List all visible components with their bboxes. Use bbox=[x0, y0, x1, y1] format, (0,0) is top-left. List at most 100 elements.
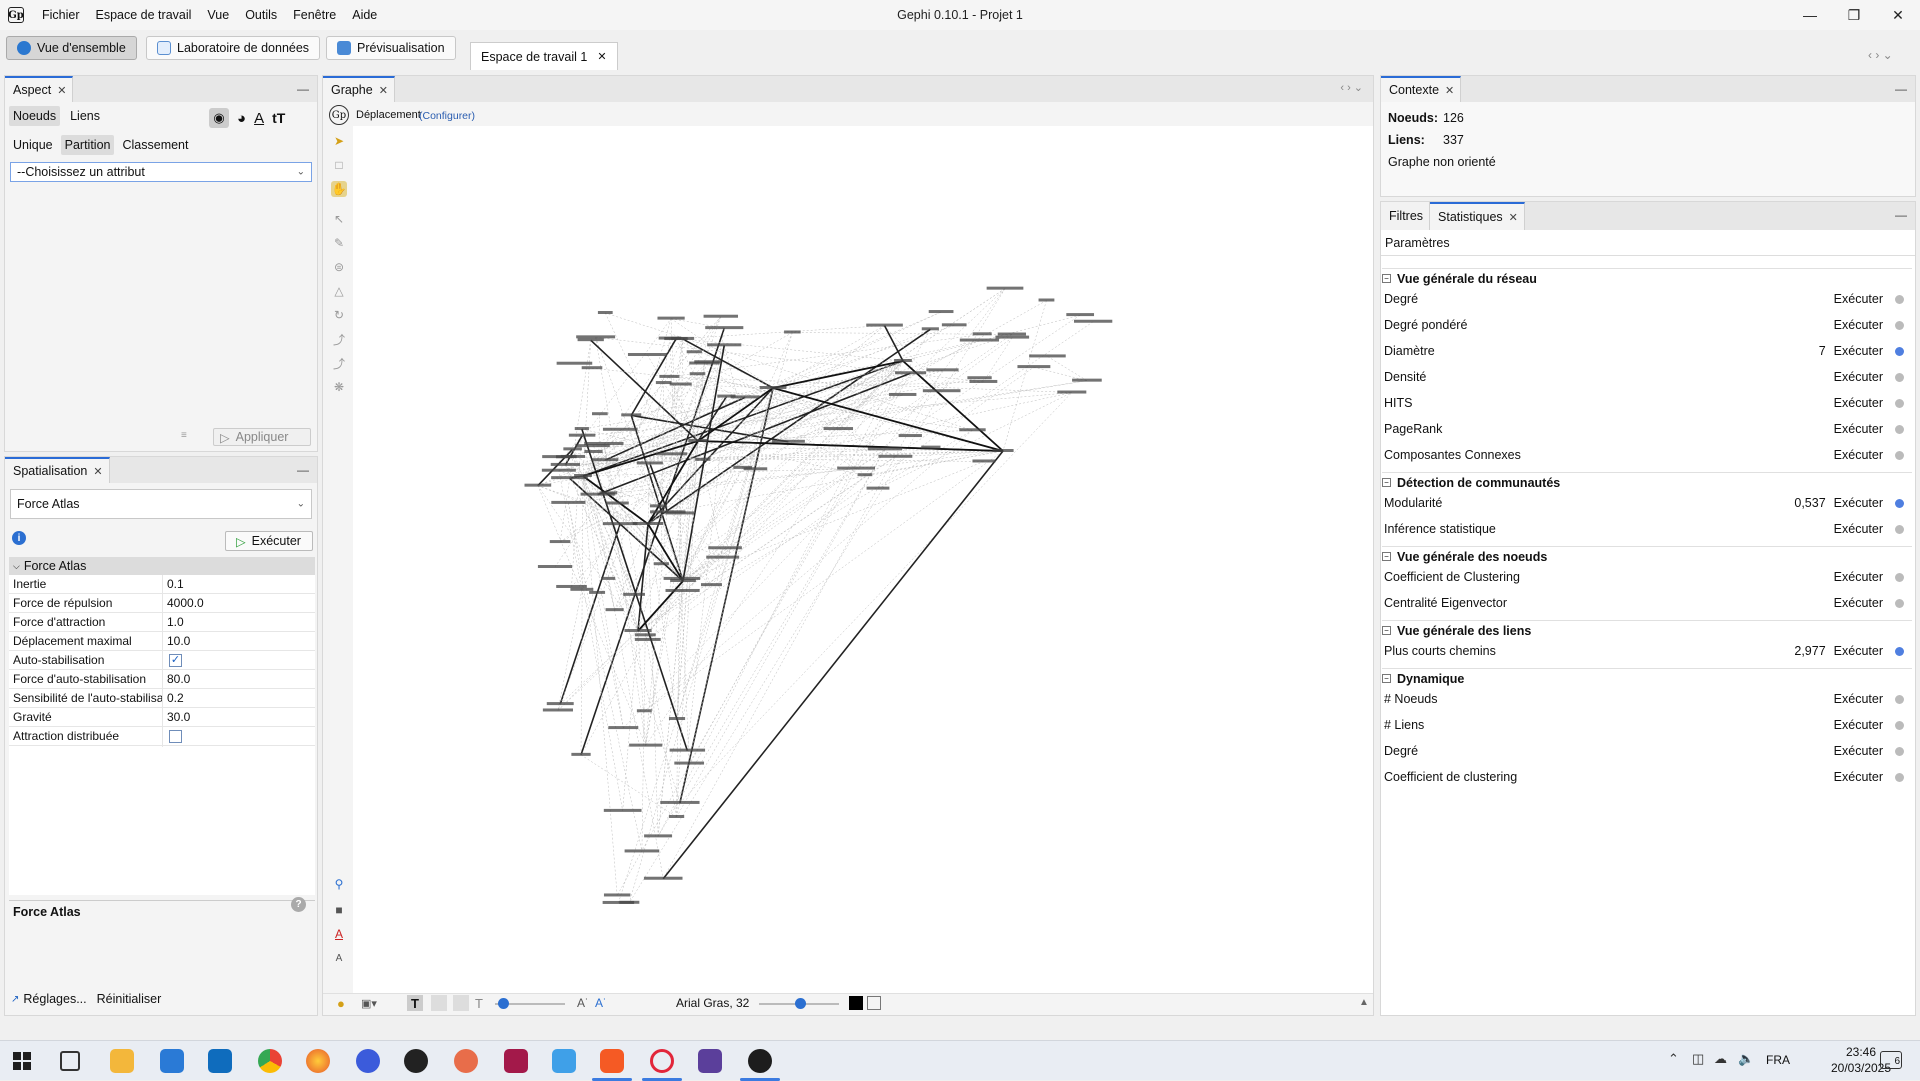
brush-icon[interactable]: ✎ bbox=[331, 235, 347, 251]
property-checkbox[interactable] bbox=[163, 727, 315, 745]
store-icon[interactable] bbox=[160, 1049, 184, 1073]
expand-icon[interactable]: ▲ bbox=[1359, 997, 1369, 1008]
stats-section-header[interactable]: − Vue générale des noeuds bbox=[1382, 546, 1912, 566]
node-labels-icon[interactable]: T bbox=[407, 995, 423, 1011]
help-icon[interactable]: ? bbox=[291, 897, 306, 912]
cursor-info-icon[interactable]: ↖ bbox=[331, 211, 347, 227]
close-icon[interactable]: ✕ bbox=[1509, 211, 1518, 224]
font-decrease-icon[interactable]: A˙ bbox=[577, 996, 589, 1010]
opera-icon[interactable] bbox=[650, 1049, 674, 1073]
stats-section-header[interactable]: − Vue générale des liens bbox=[1382, 620, 1912, 640]
slider-handle-icon[interactable] bbox=[795, 998, 806, 1009]
stat-info-icon[interactable] bbox=[1895, 424, 1904, 434]
stat-info-icon[interactable] bbox=[1895, 746, 1904, 756]
reset-link[interactable]: Réinitialiser bbox=[97, 992, 162, 1006]
collapse-icon[interactable]: − bbox=[1382, 626, 1391, 635]
screenshot-icon[interactable] bbox=[867, 996, 881, 1010]
edge-tool-icon[interactable]: ⤴ bbox=[331, 331, 347, 347]
panel-nav-icon[interactable]: ‹ › ⌄ bbox=[1340, 81, 1363, 94]
label-size-tool-icon[interactable]: A bbox=[331, 950, 347, 966]
checkbox-icon[interactable]: ✓ bbox=[169, 654, 182, 667]
zoom-icon[interactable]: ⚲ bbox=[331, 876, 347, 892]
run-stat-button[interactable]: Exécuter bbox=[1834, 496, 1883, 510]
minimize-panel-icon[interactable]: — bbox=[1895, 82, 1907, 96]
info-icon[interactable]: i bbox=[12, 531, 26, 545]
tab-ranking[interactable]: Classement bbox=[118, 135, 192, 155]
workspace-tab[interactable]: Espace de travail 1 ✕ bbox=[470, 42, 618, 70]
volume-icon[interactable]: 🔈 bbox=[1738, 1051, 1754, 1067]
stat-info-icon[interactable] bbox=[1895, 346, 1904, 356]
stat-info-icon[interactable] bbox=[1895, 646, 1904, 656]
tab-context[interactable]: Contexte ✕ bbox=[1381, 76, 1462, 102]
stat-info-icon[interactable] bbox=[1895, 320, 1904, 330]
data-laboratory-button[interactable]: Laboratoire de données bbox=[146, 36, 321, 60]
tab-partition[interactable]: Partition bbox=[60, 135, 115, 155]
color-swatch-icon[interactable] bbox=[849, 996, 863, 1010]
brave-icon[interactable] bbox=[600, 1049, 624, 1073]
stats-section-header[interactable]: − Vue générale du réseau bbox=[1382, 268, 1912, 288]
file-explorer-icon[interactable] bbox=[110, 1049, 134, 1073]
run-stat-button[interactable]: Exécuter bbox=[1834, 370, 1883, 384]
size-tool-icon[interactable]: ⊜ bbox=[331, 259, 347, 275]
collapse-icon[interactable]: − bbox=[1382, 478, 1391, 487]
attribute-select[interactable]: --Choisissez un attribut ⌄ bbox=[10, 162, 312, 182]
maximize-icon[interactable]: ❐ bbox=[1832, 0, 1876, 30]
lightbulb-icon[interactable]: ● bbox=[337, 996, 345, 1011]
menu-vue[interactable]: Vue bbox=[199, 0, 237, 30]
collapse-icon[interactable]: − bbox=[1382, 552, 1391, 561]
run-stat-button[interactable]: Exécuter bbox=[1834, 344, 1883, 358]
menu-aide[interactable]: Aide bbox=[344, 0, 385, 30]
gephi-taskbar-icon[interactable] bbox=[748, 1049, 772, 1073]
stat-info-icon[interactable] bbox=[1895, 524, 1904, 534]
property-row[interactable]: Sensibilité de l'auto-stabilisa 0.2 bbox=[9, 689, 315, 708]
run-stat-button[interactable]: Exécuter bbox=[1834, 570, 1883, 584]
property-row[interactable]: Déplacement maximal 10.0 bbox=[9, 632, 315, 651]
overview-button[interactable]: Vue d'ensemble bbox=[6, 36, 137, 60]
stat-info-icon[interactable] bbox=[1895, 372, 1904, 382]
keyboard-language[interactable]: FRA bbox=[1766, 1053, 1790, 1067]
close-icon[interactable]: ✕ bbox=[1445, 84, 1454, 97]
stat-info-icon[interactable] bbox=[1895, 294, 1904, 304]
configure-link[interactable]: (Configurer) bbox=[419, 110, 475, 122]
task-view-icon[interactable] bbox=[60, 1051, 80, 1071]
property-value[interactable]: 80.0 bbox=[163, 670, 315, 688]
property-row[interactable]: Attraction distribuée bbox=[9, 727, 315, 746]
tab-nodes[interactable]: Noeuds bbox=[9, 106, 61, 126]
tab-graph[interactable]: Graphe ✕ bbox=[323, 76, 395, 102]
path-tool-icon[interactable]: ⤴ bbox=[331, 355, 347, 371]
run-stat-button[interactable]: Exécuter bbox=[1834, 318, 1883, 332]
preview-button[interactable]: Prévisualisation bbox=[326, 36, 456, 60]
drag-icon[interactable]: ✋ bbox=[331, 181, 347, 197]
property-row[interactable]: Gravité 30.0 bbox=[9, 708, 315, 727]
app-icon[interactable] bbox=[356, 1049, 380, 1073]
property-value[interactable]: 0.2 bbox=[163, 689, 315, 707]
tab-unique[interactable]: Unique bbox=[9, 135, 57, 155]
minimize-panel-icon[interactable]: — bbox=[297, 82, 309, 96]
property-row[interactable]: Inertie 0.1 bbox=[9, 575, 315, 594]
properties-section-header[interactable]: ⌵ Force Atlas bbox=[9, 557, 315, 575]
collapse-icon[interactable]: − bbox=[1382, 674, 1391, 683]
app-icon[interactable] bbox=[552, 1049, 576, 1073]
slider-handle-icon[interactable] bbox=[498, 998, 509, 1009]
app-icon[interactable] bbox=[504, 1049, 528, 1073]
rect-select-icon[interactable]: □ bbox=[331, 157, 347, 173]
tray-chevron-icon[interactable]: ⌃ bbox=[1668, 1051, 1679, 1067]
tab-spatialisation[interactable]: Spatialisation ✕ bbox=[5, 457, 110, 483]
minimize-panel-icon[interactable]: — bbox=[297, 463, 309, 477]
menu-espace-de-travail[interactable]: Espace de travail bbox=[88, 0, 200, 30]
property-row[interactable]: Auto-stabilisation ✓ bbox=[9, 651, 315, 670]
nav-arrows-icon[interactable]: ‹ › ⌄ bbox=[1868, 48, 1893, 62]
tab-aspect[interactable]: Aspect ✕ bbox=[5, 76, 74, 102]
tab-statistics[interactable]: Statistiques ✕ bbox=[1430, 202, 1525, 230]
property-value[interactable]: 1.0 bbox=[163, 613, 315, 631]
outlook-icon[interactable] bbox=[208, 1049, 232, 1073]
close-icon[interactable]: ✕ bbox=[57, 84, 66, 97]
cloud-icon[interactable]: ☁ bbox=[1714, 1051, 1727, 1067]
painter-icon[interactable]: △ bbox=[331, 283, 347, 299]
run-stat-button[interactable]: Exécuter bbox=[1834, 744, 1883, 758]
size-icon[interactable]: ◕ bbox=[237, 110, 246, 127]
run-stat-button[interactable]: Exécuter bbox=[1834, 292, 1883, 306]
graph-canvas[interactable] bbox=[353, 126, 1373, 993]
property-row[interactable]: Force d'attraction 1.0 bbox=[9, 613, 315, 632]
run-layout-button[interactable]: ▷ Exécuter bbox=[225, 531, 313, 551]
